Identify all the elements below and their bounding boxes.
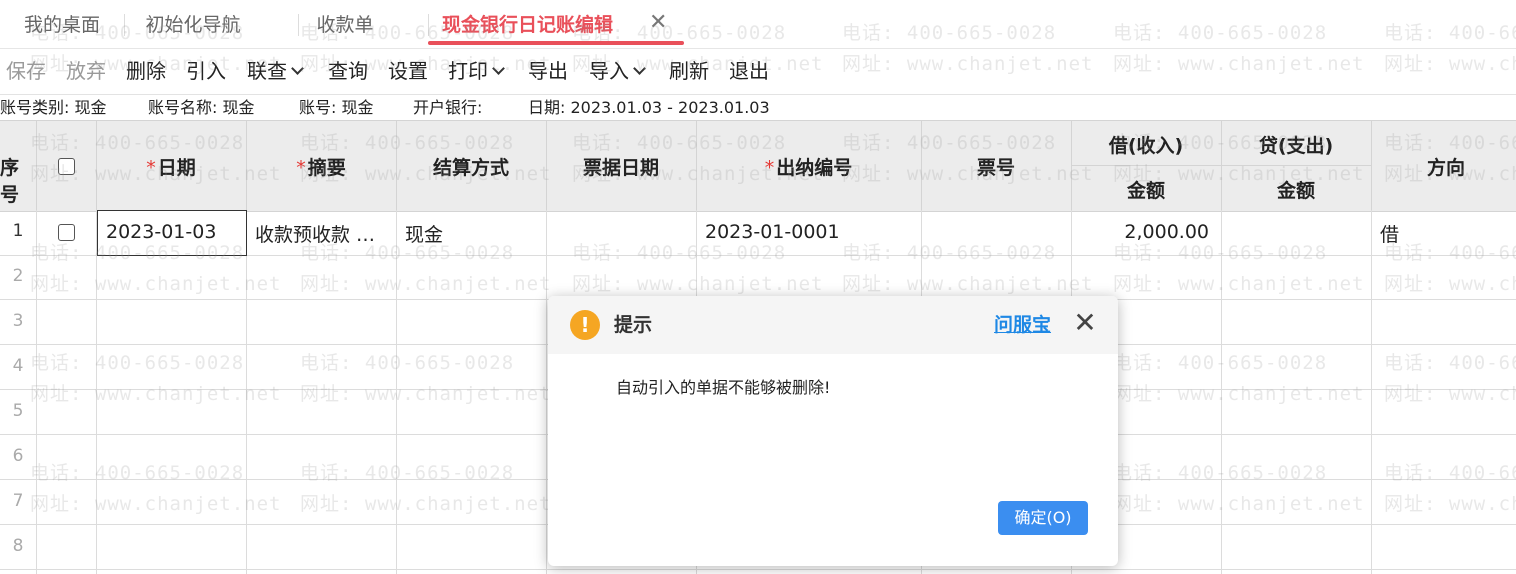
import-label: 导入 [589,59,629,83]
tab-bar: 我的桌面 初始化导航 收款单 现金银行日记账编辑 ✕ [0,0,1516,49]
col-seq: 序号 [0,157,20,206]
col-credit-amount[interactable]: 金额 [1221,176,1371,203]
col-ticket-no[interactable]: 票号 [921,153,1071,180]
col-date-label: 日期 [157,157,196,179]
row-number: 3 [12,311,24,331]
col-bill-date[interactable]: 票据日期 [546,153,696,180]
row-number: 5 [12,401,24,421]
select-all-checkbox[interactable] [58,158,75,175]
cell-date[interactable]: 2023-01-03 [106,221,216,243]
chevron-down-icon [291,62,304,75]
row-number: 4 [12,356,24,376]
print-label: 打印 [448,59,488,83]
row-number: 7 [12,491,24,511]
tab-close-icon[interactable]: ✕ [649,10,667,35]
tab-separator [298,14,299,36]
export-button[interactable]: 导出 [528,48,568,94]
close-icon[interactable]: ✕ [1072,308,1098,338]
dialog-title: 提示 [614,314,653,336]
cell-direction[interactable]: 借 [1380,220,1399,247]
dialog-message: 自动引入的单据不能够被删除! [616,378,831,397]
tab-cash-bank-journal-edit[interactable]: 现金银行日记账编辑 [428,0,684,48]
tab-receipt[interactable]: 收款单 [310,0,380,48]
row-number: 6 [12,446,24,466]
col-date[interactable]: * 日期 [96,153,246,180]
col-debit: 借(收入) [1108,135,1184,157]
linked-query-label: 联查 [247,59,287,83]
chevron-down-icon [633,62,646,75]
tab-label: 现金银行日记账编辑 [442,14,614,36]
help-link[interactable]: 问服宝 [994,296,1051,354]
col-summary[interactable]: * 摘要 [246,153,396,180]
col-cashier-no[interactable]: * 出纳编号 [696,153,921,180]
warning-icon: ! [570,310,600,340]
required-mark: * [296,157,306,179]
row-number: 1 [12,221,24,241]
tab-separator [124,14,125,36]
query-button[interactable]: 查询 [328,48,368,94]
refresh-button[interactable]: 刷新 [669,48,709,94]
linked-query-button[interactable]: 联查 [247,48,304,94]
col-credit: 贷(支出) [1258,135,1334,157]
prompt-dialog: ! 提示 问服宝 ✕ 自动引入的单据不能够被删除! 确定(O) [548,296,1118,566]
col-direction[interactable]: 方向 [1371,153,1516,180]
cell-settlement-method[interactable]: 现金 [405,220,443,247]
exit-button[interactable]: 退出 [729,48,769,94]
required-mark: * [764,157,775,179]
cell-debit-amount[interactable]: 2,000.00 [1071,221,1209,243]
print-button[interactable]: 打印 [448,48,505,94]
row-number: 2 [12,266,24,286]
col-cashier-no-label: 出纳编号 [776,157,853,179]
col-settlement-method[interactable]: 结算方式 [396,153,546,180]
chevron-down-icon [492,62,505,75]
account-number: 账号: 现金 [299,98,374,117]
delete-button[interactable]: 删除 [126,48,166,94]
save-button[interactable]: 保存 [6,48,46,94]
tab-my-desktop[interactable]: 我的桌面 [14,0,110,48]
col-debit-amount[interactable]: 金额 [1071,176,1221,203]
ok-button[interactable]: 确定(O) [998,501,1088,535]
cell-summary[interactable]: 收款预收款 … [255,220,387,247]
opening-bank: 开户银行: [413,98,483,117]
account-name: 账号名称: 现金 [148,98,255,117]
date-range: 日期: 2023.01.03 - 2023.01.03 [528,98,770,117]
cell-cashier-no[interactable]: 2023-01-0001 [705,221,840,243]
row-checkbox[interactable] [58,224,75,241]
required-mark: * [146,157,156,179]
discard-button[interactable]: 放弃 [66,48,106,94]
row-number: 8 [12,536,24,556]
settings-button[interactable]: 设置 [388,48,428,94]
account-type: 账号类别: 现金 [0,98,107,117]
dialog-header: ! 提示 问服宝 ✕ [548,296,1118,354]
col-summary-label: 摘要 [307,157,346,179]
toolbar: 保存 放弃 删除 引入 联查 查询 设置 打印 导出 导入 刷新 退出 [0,48,1516,95]
tab-init-nav[interactable]: 初始化导航 [136,0,250,48]
import-button[interactable]: 导入 [589,48,646,94]
import-in-button[interactable]: 引入 [186,48,226,94]
